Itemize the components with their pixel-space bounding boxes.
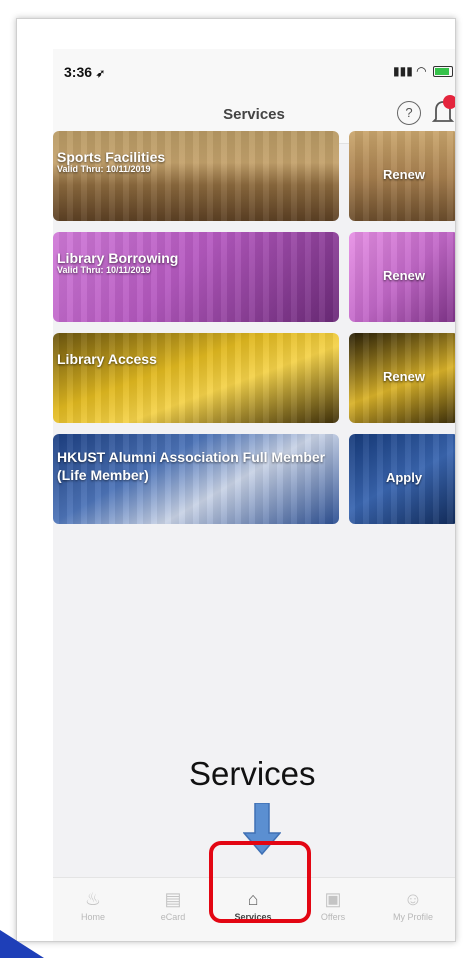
service-row-sports: Sports Facilities Valid Thru: 10/11/2019… <box>53 131 455 221</box>
card-valid-date: Valid Thru: 10/11/2019 <box>57 164 151 174</box>
tab-ecard[interactable]: ▤ eCard <box>133 878 213 941</box>
card-icon: ▤ <box>164 889 182 909</box>
question-circle-icon[interactable]: ? <box>397 101 421 125</box>
card-alumni-membership[interactable]: HKUST Alumni Association Full Member (Li… <box>53 434 339 524</box>
notification-badge <box>443 95 455 109</box>
card-action-label: Renew <box>383 167 425 182</box>
tab-home[interactable]: ♨ Home <box>53 878 133 941</box>
status-time: 3:36 ➶ <box>64 64 105 80</box>
renew-button-library-borrowing[interactable]: Renew <box>349 232 455 322</box>
service-row-library-borrowing: Library Borrowing Valid Thru: 10/11/2019… <box>53 232 455 322</box>
service-row-alumni: HKUST Alumni Association Full Member (Li… <box>53 434 455 524</box>
gift-icon: ▣ <box>324 889 342 909</box>
status-bar: 3:36 ➶ ▮▮▮ ◠ <box>53 49 455 99</box>
apply-button-alumni[interactable]: Apply <box>349 434 455 524</box>
person-icon: ☺ <box>403 889 423 909</box>
annotation-services-label: Services <box>189 755 316 792</box>
tab-label: eCard <box>160 912 186 922</box>
services-tab-highlight <box>209 841 311 923</box>
card-valid-date: Valid Thru: 10/11/2019 <box>57 265 151 275</box>
card-sports-facilities[interactable]: Sports Facilities Valid Thru: 10/11/2019 <box>53 131 339 221</box>
tab-my-profile[interactable]: ☺ My Profile <box>373 878 453 941</box>
card-action-label: Renew <box>383 268 425 283</box>
service-card-list: Sports Facilities Valid Thru: 10/11/2019… <box>53 131 455 535</box>
phone-screenshot-frame: 3:36 ➶ ▮▮▮ ◠ Services ? Sports Facilitie… <box>16 18 456 942</box>
renew-button-sports[interactable]: Renew <box>349 131 455 221</box>
time-text: 3:36 <box>64 64 93 80</box>
corner-decoration <box>0 930 44 958</box>
bell-icon[interactable] <box>431 95 455 127</box>
card-library-borrowing[interactable]: Library Borrowing Valid Thru: 10/11/2019 <box>53 232 339 322</box>
signal-icon: ▮▮▮ <box>393 64 413 78</box>
card-action-label: Apply <box>385 470 423 485</box>
page-title: Services <box>223 106 285 123</box>
service-row-library-access: Library Access Renew <box>53 333 455 423</box>
tab-label: Home <box>80 912 105 922</box>
location-arrow-icon: ➶ <box>95 68 106 80</box>
card-title: Library Access <box>57 351 157 367</box>
renew-button-library-access[interactable]: Renew <box>349 333 455 423</box>
card-title: HKUST Alumni Association Full Member (Li… <box>57 449 326 483</box>
wifi-icon: ◠ <box>416 64 427 78</box>
card-library-access[interactable]: Library Access <box>53 333 339 423</box>
status-icons: ▮▮▮ ◠ <box>393 64 453 78</box>
battery-icon <box>433 66 453 78</box>
tab-label: My Profile <box>392 912 433 922</box>
home-flame-icon: ♨ <box>84 889 102 909</box>
card-background <box>53 131 339 221</box>
card-background <box>53 232 339 322</box>
card-background <box>53 333 339 423</box>
card-action-label: Renew <box>383 369 425 384</box>
